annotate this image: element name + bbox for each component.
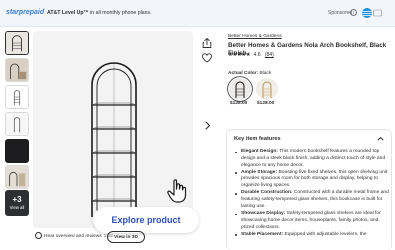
bookshelf-image (91, 62, 137, 217)
ad-text-rest: in all monthly phone plans. (88, 10, 152, 16)
more-count: +3 (12, 195, 22, 204)
thumbnail-1[interactable] (5, 31, 29, 55)
ad-banner[interactable]: starprepaid AT&T Level Up™ in all monthl… (0, 0, 395, 27)
feature-item: Elegant Design: This modern bookshelf fe… (235, 149, 389, 169)
share-icon[interactable] (201, 37, 213, 49)
gold-bookshelf-swatch-icon (256, 78, 278, 100)
selected-color-name: Black (259, 71, 272, 76)
info-icon[interactable]: i (350, 9, 357, 16)
thumbnail-2[interactable] (5, 58, 29, 82)
feature-text: Equipped with adjustable levelers, the (283, 231, 367, 237)
rating-summary[interactable]: ★★★★★ 4.6 (84) (228, 52, 274, 58)
view-all-label: View all (9, 205, 25, 210)
ad-logo: starprepaid (6, 9, 45, 16)
lifestyle-thumbnail-icon (6, 166, 28, 188)
swatch-price-black: $128.00 (230, 101, 248, 106)
video-thumbnail-icon (6, 140, 28, 162)
hear-overview-label: Hear overview and reviews (44, 234, 102, 239)
view-all-thumbnails-button[interactable]: +3 View all (5, 190, 29, 216)
ad-text-bold: AT&T Level Up™ (47, 10, 89, 16)
dimensions-thumbnail-icon (6, 86, 28, 108)
sponsored-label: Sponsored (328, 10, 353, 16)
media-controls-bar: Hear overview and reviews 1:02 View in 3D (33, 231, 213, 245)
black-bookshelf-swatch-icon (229, 78, 251, 100)
key-features-card: Key item features Elegant Design: This m… (226, 129, 392, 250)
color-swatch-gold[interactable] (256, 78, 278, 100)
feature-title: Elegant Design: (241, 149, 278, 154)
feature-item: Ample Storage: Boasting five fixed shelv… (235, 169, 389, 190)
thumbnail-6[interactable] (5, 165, 29, 189)
detail-thumbnail-icon (6, 113, 28, 135)
view-in-3d-button[interactable]: View in 3D (107, 231, 145, 243)
feature-item: Showcase Display: Safety-tempered glass … (235, 211, 389, 231)
hear-overview-button[interactable]: Hear overview and reviews 1:02 (33, 231, 118, 243)
room-scene-thumbnail-icon (6, 59, 28, 81)
thumbnail-5[interactable] (5, 139, 29, 163)
feature-title: Durable Construction: (241, 190, 293, 196)
hand-pointer-icon (167, 179, 187, 203)
feature-item: Stable Placement: Equipped with adjustab… (235, 231, 389, 239)
thumbnail-4[interactable] (5, 112, 29, 136)
feature-title: Ample Storage: (241, 169, 278, 175)
explore-product-button[interactable]: Explore product (93, 207, 199, 233)
feature-item: Durable Construction: Constructed with a… (235, 190, 389, 210)
thumbnail-3[interactable] (5, 85, 29, 109)
feature-title: Stable Placement: (241, 231, 284, 237)
brand-link[interactable]: Better Homes & Gardens (228, 34, 282, 39)
next-image-chevron-icon[interactable] (201, 119, 214, 132)
star-rating-icon: ★★★★★ (228, 52, 251, 58)
color-selector-label: Actual Color: Black (228, 71, 271, 76)
view-in-3d-label: View in 3D (114, 235, 138, 240)
rating-value: 4.6 (253, 52, 261, 58)
swatch-price-gold: $128.00 (257, 101, 275, 106)
att-globe-logo-icon (362, 8, 382, 18)
color-swatch-black[interactable] (229, 78, 251, 100)
feature-title: Showcase Display: (241, 211, 286, 217)
favorite-heart-icon[interactable] (201, 52, 213, 64)
key-features-heading[interactable]: Key item features (234, 136, 281, 142)
headphones-icon (35, 231, 42, 239)
review-count-link[interactable]: (84) (265, 52, 274, 58)
features-list: Elegant Design: This modern bookshelf fe… (235, 149, 389, 239)
ad-text[interactable]: AT&T Level Up™ in all monthly phone plan… (47, 10, 152, 16)
chevron-up-icon[interactable] (377, 136, 384, 141)
bookshelf-thumbnail-icon (6, 32, 28, 54)
color-label-prefix: Actual Color: (228, 71, 259, 76)
